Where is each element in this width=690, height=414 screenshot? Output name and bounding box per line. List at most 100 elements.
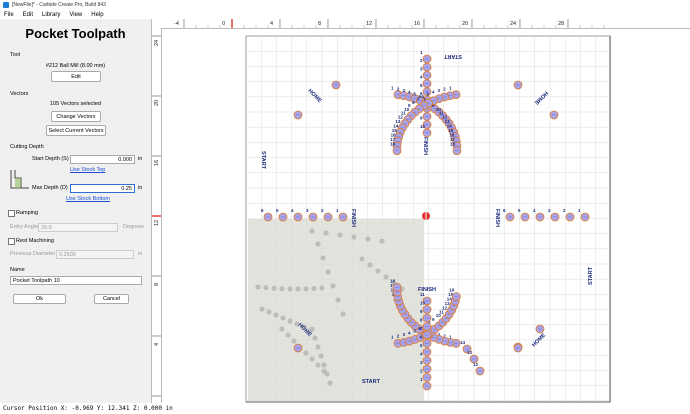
faded-dot bbox=[263, 285, 269, 291]
faded-dot bbox=[280, 315, 286, 321]
ruler-x-label: 16 bbox=[414, 21, 420, 27]
edit-tool-button[interactable]: Edit bbox=[51, 71, 101, 82]
dot-number: 18 bbox=[390, 142, 396, 147]
toolpath-dot-faded bbox=[375, 268, 381, 274]
menu-view[interactable]: View bbox=[69, 12, 82, 18]
faded-dot bbox=[383, 274, 389, 280]
toolpath-dot-faded bbox=[330, 283, 336, 289]
faded-dot bbox=[365, 236, 371, 242]
toolpath-dot-faded bbox=[309, 228, 315, 234]
toolpath-dot-faded bbox=[295, 286, 301, 292]
finish-label-top: FINISH bbox=[422, 137, 428, 155]
vectors-label: Vectors bbox=[10, 91, 29, 97]
ok-button[interactable]: Ok bbox=[13, 294, 66, 304]
ruler-y-label: 20 bbox=[154, 100, 160, 106]
toolpath-dot-faded bbox=[379, 238, 385, 244]
faded-dot bbox=[315, 362, 321, 368]
previous-diameter-input[interactable]: 0.2500 bbox=[56, 250, 134, 259]
cancel-button[interactable]: Cancel bbox=[94, 294, 129, 304]
toolpath-dot-faded bbox=[315, 362, 321, 368]
dot-number: 18 bbox=[450, 142, 456, 147]
design-canvas[interactable]: 1234567891012345678910111213141516171812… bbox=[162, 29, 690, 403]
faded-dot bbox=[359, 256, 365, 262]
ruler-y-label: 8 bbox=[154, 283, 160, 286]
select-current-vectors-button[interactable]: Select Current Vectors bbox=[46, 125, 106, 136]
entry-angle-input[interactable]: 20.0 bbox=[38, 223, 118, 232]
toolpath-dot-faded bbox=[287, 318, 293, 324]
toolpath-dot-faded bbox=[279, 286, 285, 292]
faded-dot bbox=[318, 353, 324, 359]
ruler-x-label: 0 bbox=[222, 21, 225, 27]
faded-dot bbox=[309, 356, 315, 362]
title-bar: [NewFile]* - Carbide Create Pro, Build 8… bbox=[0, 0, 690, 10]
ruler-x-label: 28 bbox=[558, 21, 564, 27]
previous-diameter-unit: in bbox=[138, 251, 143, 257]
toolpath-dot-faded bbox=[335, 297, 341, 303]
entry-angle-unit: Degrees bbox=[123, 224, 144, 230]
menu-file[interactable]: File bbox=[4, 12, 14, 18]
start-depth-input[interactable]: 0.000 bbox=[70, 155, 135, 164]
toolpath-dot-faded bbox=[285, 332, 291, 338]
window-title: [NewFile]* - Carbide Create Pro, Build 8… bbox=[12, 2, 106, 8]
vectors-selected: 105 Vectors selected bbox=[49, 101, 102, 107]
toolpath-dot-faded bbox=[259, 306, 265, 312]
faded-dot bbox=[287, 286, 293, 292]
faded-dot bbox=[279, 326, 285, 332]
faded-dot bbox=[375, 268, 381, 274]
horizontal-ruler-ticks: -4 0 4 8 12 16 20 24 28 bbox=[174, 19, 605, 28]
faded-dot bbox=[325, 269, 331, 275]
ruler-y-label: 16 bbox=[154, 160, 160, 166]
toolpath-dot-faded bbox=[383, 274, 389, 280]
faded-dot bbox=[285, 332, 291, 338]
menu-help[interactable]: Help bbox=[91, 12, 103, 18]
faded-dot bbox=[271, 285, 277, 291]
toolpath-dot-faded bbox=[315, 241, 321, 247]
canvas-drawing: 1234567891012345678910111213141516171812… bbox=[245, 35, 612, 403]
faded-dot bbox=[315, 241, 321, 247]
faded-dot bbox=[319, 285, 325, 291]
toolpath-dot-faded bbox=[271, 285, 277, 291]
start-depth-label: Start Depth (S) bbox=[32, 156, 69, 162]
ruler-x-label: 20 bbox=[462, 21, 468, 27]
dot-number: 16 bbox=[449, 288, 455, 293]
depth-diagram-icon bbox=[10, 170, 29, 189]
menu-edit[interactable]: Edit bbox=[23, 12, 33, 18]
toolpath-dot bbox=[513, 343, 523, 353]
tool-label: Tool bbox=[10, 52, 21, 58]
menu-library[interactable]: Library bbox=[42, 12, 60, 18]
toolpath-dot-faded bbox=[324, 371, 330, 377]
toolpath-dot bbox=[331, 80, 341, 90]
dot-number: 10 bbox=[420, 301, 426, 306]
toolpath-dot-faded bbox=[315, 344, 321, 350]
toolpath-name-input[interactable]: Pocket Toolpath 10 bbox=[10, 276, 142, 285]
previous-diameter-label: Previous Diameter bbox=[10, 251, 56, 257]
toolpath-dot-faded bbox=[367, 262, 373, 268]
toolpath-dot-faded bbox=[365, 236, 371, 242]
faded-dot bbox=[324, 371, 330, 377]
faded-dot bbox=[273, 312, 279, 318]
entry-angle-label: Entry Angle bbox=[10, 224, 39, 230]
faded-dot bbox=[303, 286, 309, 292]
use-stock-top-link[interactable]: Use Stock Top bbox=[70, 167, 105, 173]
faded-dot bbox=[323, 230, 329, 236]
toolpath-dot-faded bbox=[279, 326, 285, 332]
start-label-right: START bbox=[588, 266, 594, 285]
toolpath-dot-faded bbox=[325, 269, 331, 275]
use-stock-bottom-link[interactable]: Use Stock Bottom bbox=[66, 196, 110, 202]
toolpath-dot bbox=[293, 343, 303, 353]
toolpath-dot-faded bbox=[273, 312, 279, 318]
max-depth-input[interactable]: 0.25 bbox=[70, 184, 135, 193]
dot-number: 18 bbox=[390, 278, 396, 283]
toolpath-dot-faded bbox=[291, 338, 297, 344]
toolpath-dot-faded bbox=[255, 284, 261, 290]
name-label: Name bbox=[10, 267, 25, 273]
change-vectors-button[interactable]: Change Vectors bbox=[51, 111, 101, 122]
toolpath-dot-faded bbox=[309, 356, 315, 362]
panel-heading: Pocket Toolpath bbox=[25, 26, 126, 41]
ramping-checkbox[interactable] bbox=[8, 210, 15, 217]
faded-dot bbox=[330, 283, 336, 289]
rest-machining-checkbox[interactable] bbox=[8, 238, 15, 245]
faded-dot bbox=[309, 228, 315, 234]
toolpath-dot-faded bbox=[321, 362, 327, 368]
faded-dot bbox=[379, 238, 385, 244]
